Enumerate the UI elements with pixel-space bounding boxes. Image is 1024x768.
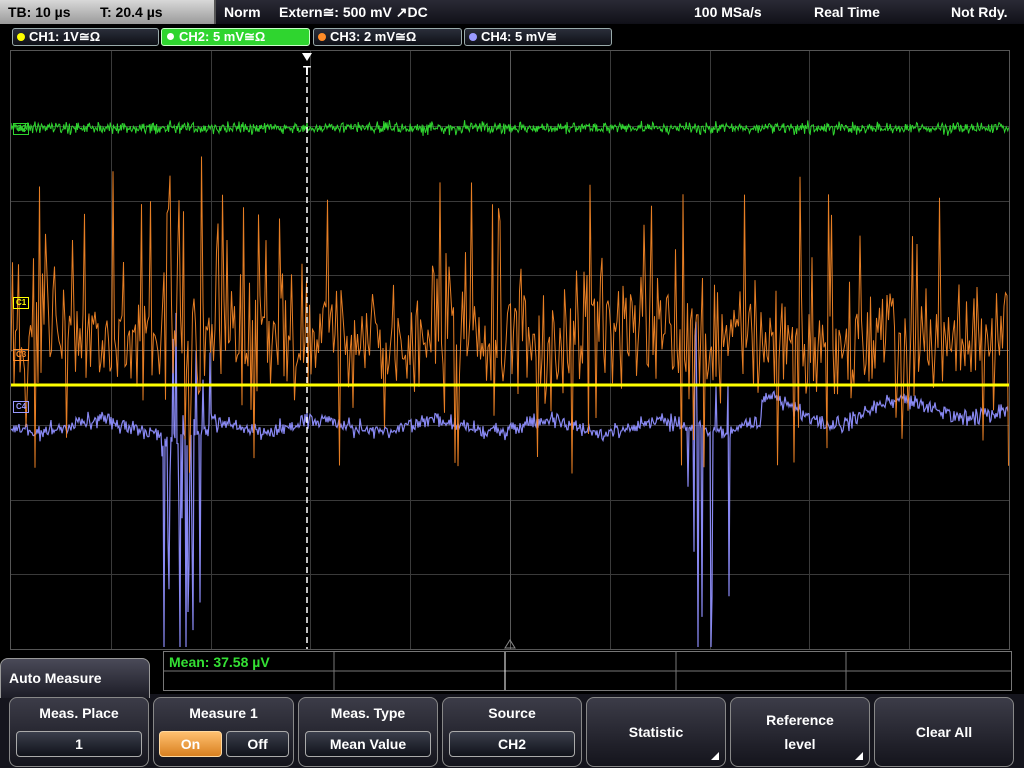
source-value[interactable]: CH2: [449, 731, 575, 757]
ch2-offset-marker[interactable]: C2: [13, 123, 30, 135]
channel-tab-label: CH1: 1V≅Ω: [29, 29, 101, 44]
timebase-box[interactable]: TB: 10 µs T: 20.4 µs: [0, 0, 216, 24]
menu-title-tab: Auto Measure: [0, 658, 150, 698]
meas-type-value[interactable]: Mean Value: [305, 731, 431, 757]
meas-place-softkey[interactable]: Meas. Place 1: [9, 697, 149, 767]
channel-tab-label: CH4: 5 mV≅: [481, 29, 557, 44]
channel-tab-label: CH3: 2 mV≅Ω: [330, 29, 417, 44]
measure1-off-button[interactable]: Off: [226, 731, 289, 757]
waveform-display[interactable]: C2 C1 C3 C4 T: [10, 50, 1010, 650]
channel-tab-label: CH2: 5 mV≅Ω: [179, 29, 266, 44]
source-softkey[interactable]: Source CH2: [442, 697, 582, 767]
trigger-source[interactable]: Extern≅: 500 mV ↗DC: [279, 4, 428, 21]
channel-tab-ch2[interactable]: CH2: 5 mV≅Ω: [161, 28, 310, 46]
ch4-offset-marker[interactable]: C4: [13, 401, 30, 413]
measure1-on-button[interactable]: On: [159, 731, 222, 757]
meas-type-softkey[interactable]: Meas. Type Mean Value: [298, 697, 438, 767]
reference-level-label-line1: Reference: [766, 712, 834, 728]
submenu-arrow-icon: [855, 752, 863, 760]
meas-place-value[interactable]: 1: [16, 731, 142, 757]
clear-all-label: Clear All: [915, 724, 973, 740]
timebase-readout: TB: 10 µs: [8, 4, 71, 20]
ch2-trace: [11, 120, 1009, 136]
clear-all-softkey[interactable]: Clear All: [874, 697, 1014, 767]
measurement-bar: Mean: 37.58 µV: [163, 651, 1012, 691]
ch3-offset-marker[interactable]: C3: [13, 349, 30, 361]
reference-level-label-line2: level: [784, 736, 816, 752]
meas-type-label: Meas. Type: [330, 705, 406, 721]
source-label: Source: [488, 705, 536, 721]
ready-state: Not Rdy.: [951, 4, 1008, 20]
waveform-canvas: [11, 51, 1009, 649]
ch1-color-dot: [17, 33, 25, 41]
reference-level-softkey[interactable]: Reference level: [730, 697, 870, 767]
trigger-mode[interactable]: Norm: [224, 4, 261, 20]
ch4-color-dot: [469, 33, 477, 41]
channel-tab-ch3[interactable]: CH3: 2 mV≅Ω: [313, 28, 462, 46]
ch4-trace: [11, 312, 1009, 648]
menu-title: Auto Measure: [9, 670, 102, 686]
acquisition-mode: Real Time: [814, 4, 880, 20]
ch3-color-dot: [318, 33, 326, 41]
ch2-color-dot: [166, 32, 175, 41]
statistic-label: Statistic: [628, 724, 684, 740]
submenu-arrow-icon: [711, 752, 719, 760]
channel-tab-ch4[interactable]: CH4: 5 mV≅: [464, 28, 612, 46]
channel-tab-ch1[interactable]: CH1: 1V≅Ω: [12, 28, 159, 46]
meas-place-label: Meas. Place: [39, 705, 119, 721]
measurement-bar-dividers: [164, 652, 1011, 690]
sample-rate: 100 MSa/s: [694, 4, 762, 20]
trigger-position-marker[interactable]: T: [303, 63, 311, 78]
statistic-softkey[interactable]: Statistic: [586, 697, 726, 767]
measure1-softkey[interactable]: Measure 1 On Off: [153, 697, 294, 767]
ch1-offset-marker[interactable]: C1: [13, 297, 30, 309]
trigger-time-readout: T: 20.4 µs: [100, 4, 163, 20]
measure1-label: Measure 1: [189, 705, 258, 721]
